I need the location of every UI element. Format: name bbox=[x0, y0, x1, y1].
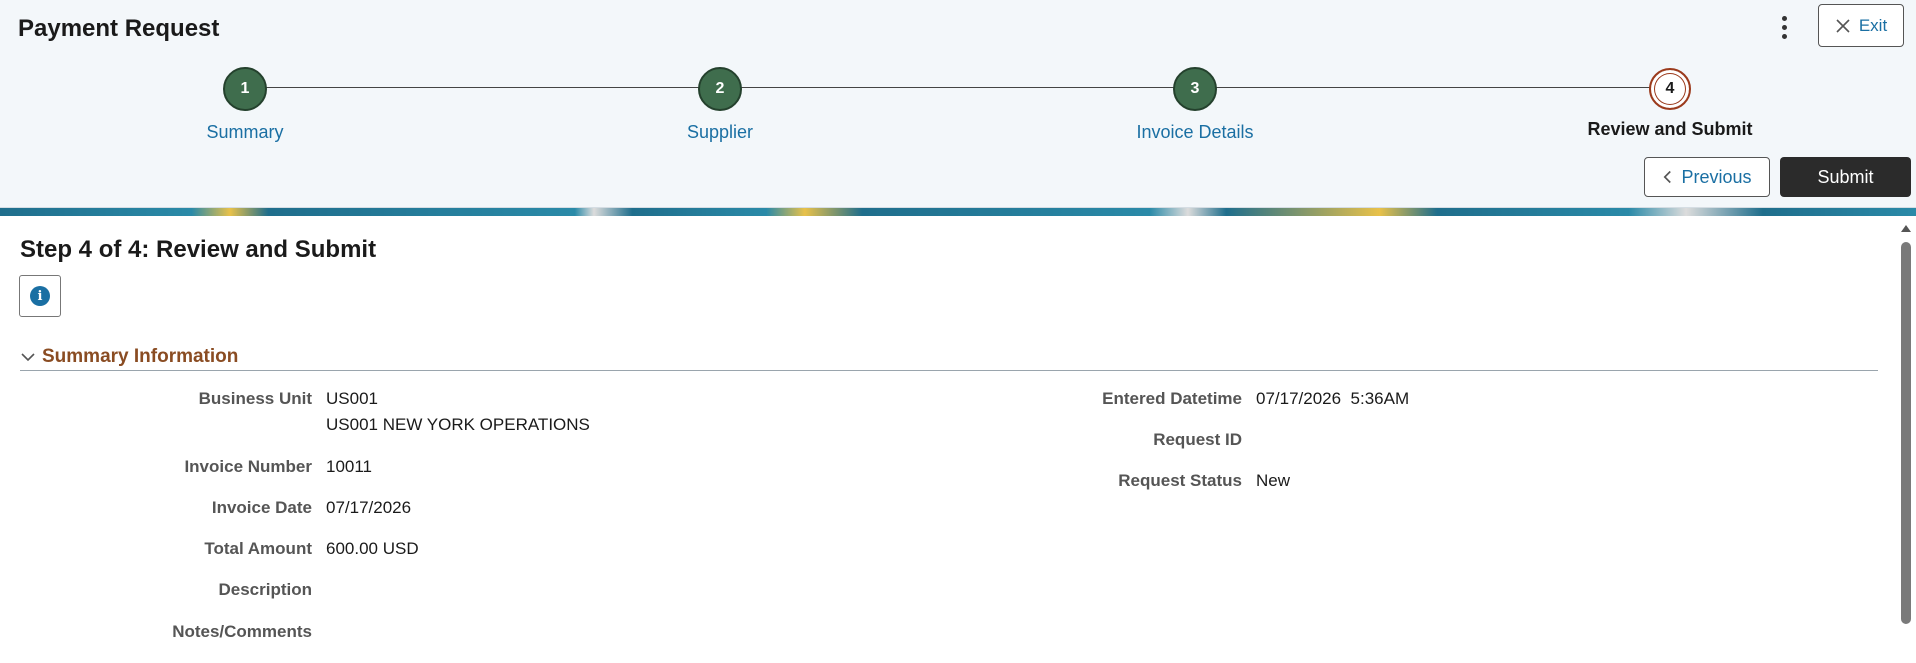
previous-label: Previous bbox=[1681, 166, 1752, 187]
scroll-up-icon[interactable] bbox=[1901, 225, 1911, 232]
scroll-thumb[interactable] bbox=[1901, 242, 1911, 624]
step-3-label[interactable]: Invoice Details bbox=[1075, 122, 1315, 143]
page-header: Payment Request Exit 1 Summary 2 Supplie… bbox=[0, 0, 1916, 208]
invoice-date-label: Invoice Date bbox=[211, 498, 312, 517]
exit-label: Exit bbox=[1858, 15, 1888, 35]
request-status-value: New bbox=[1256, 471, 1291, 490]
request-status-label: Request Status bbox=[1118, 471, 1242, 490]
step-1-label[interactable]: Summary bbox=[125, 122, 365, 143]
vertical-scrollbar[interactable] bbox=[1896, 222, 1916, 663]
invoice-date-value: 07/17/2026 bbox=[326, 498, 412, 517]
business-unit-value: US001 bbox=[326, 389, 378, 408]
notes-comments-label: Notes/Comments bbox=[172, 622, 312, 641]
step-heading: Step 4 of 4: Review and Submit bbox=[20, 236, 377, 263]
business-unit-label: Business Unit bbox=[198, 389, 312, 408]
entered-datetime-label: Entered Datetime bbox=[1102, 389, 1242, 408]
description-label: Description bbox=[218, 580, 312, 599]
chevron-down-icon bbox=[21, 353, 35, 362]
invoice-number-label: Invoice Number bbox=[184, 457, 312, 476]
chevron-left-icon bbox=[1664, 170, 1672, 184]
close-icon bbox=[1836, 18, 1850, 33]
total-amount-label: Total Amount bbox=[204, 539, 312, 558]
info-icon: i bbox=[30, 286, 50, 306]
request-id-label: Request ID bbox=[1153, 430, 1242, 449]
summary-information-section-toggle[interactable]: Summary Information bbox=[20, 344, 1878, 371]
entered-datetime-value: 07/17/2026 5:36AM bbox=[1256, 389, 1410, 408]
section-title: Summary Information bbox=[42, 346, 239, 367]
previous-button[interactable]: Previous bbox=[1644, 157, 1770, 197]
actions-menu-icon[interactable] bbox=[1770, 12, 1798, 42]
business-unit-description: US001 NEW YORK OPERATIONS bbox=[326, 415, 590, 434]
step-4-circle: 4 bbox=[1649, 68, 1691, 110]
total-amount-value: 600.00 USD bbox=[326, 539, 419, 558]
exit-button[interactable]: Exit bbox=[1818, 4, 1904, 47]
step-3-circle[interactable]: 3 bbox=[1173, 67, 1217, 111]
submit-button[interactable]: Submit bbox=[1780, 157, 1911, 197]
info-button[interactable]: i bbox=[19, 275, 61, 317]
step-2-label[interactable]: Supplier bbox=[600, 122, 840, 143]
step-1-circle[interactable]: 1 bbox=[223, 67, 267, 111]
step-2-circle[interactable]: 2 bbox=[698, 67, 742, 111]
step-4-label: Review and Submit bbox=[1587, 119, 1753, 139]
stepper-connector bbox=[245, 87, 1667, 88]
decorative-banner bbox=[0, 208, 1916, 216]
page-title: Payment Request bbox=[18, 15, 220, 42]
invoice-number-value: 10011 bbox=[326, 457, 373, 476]
